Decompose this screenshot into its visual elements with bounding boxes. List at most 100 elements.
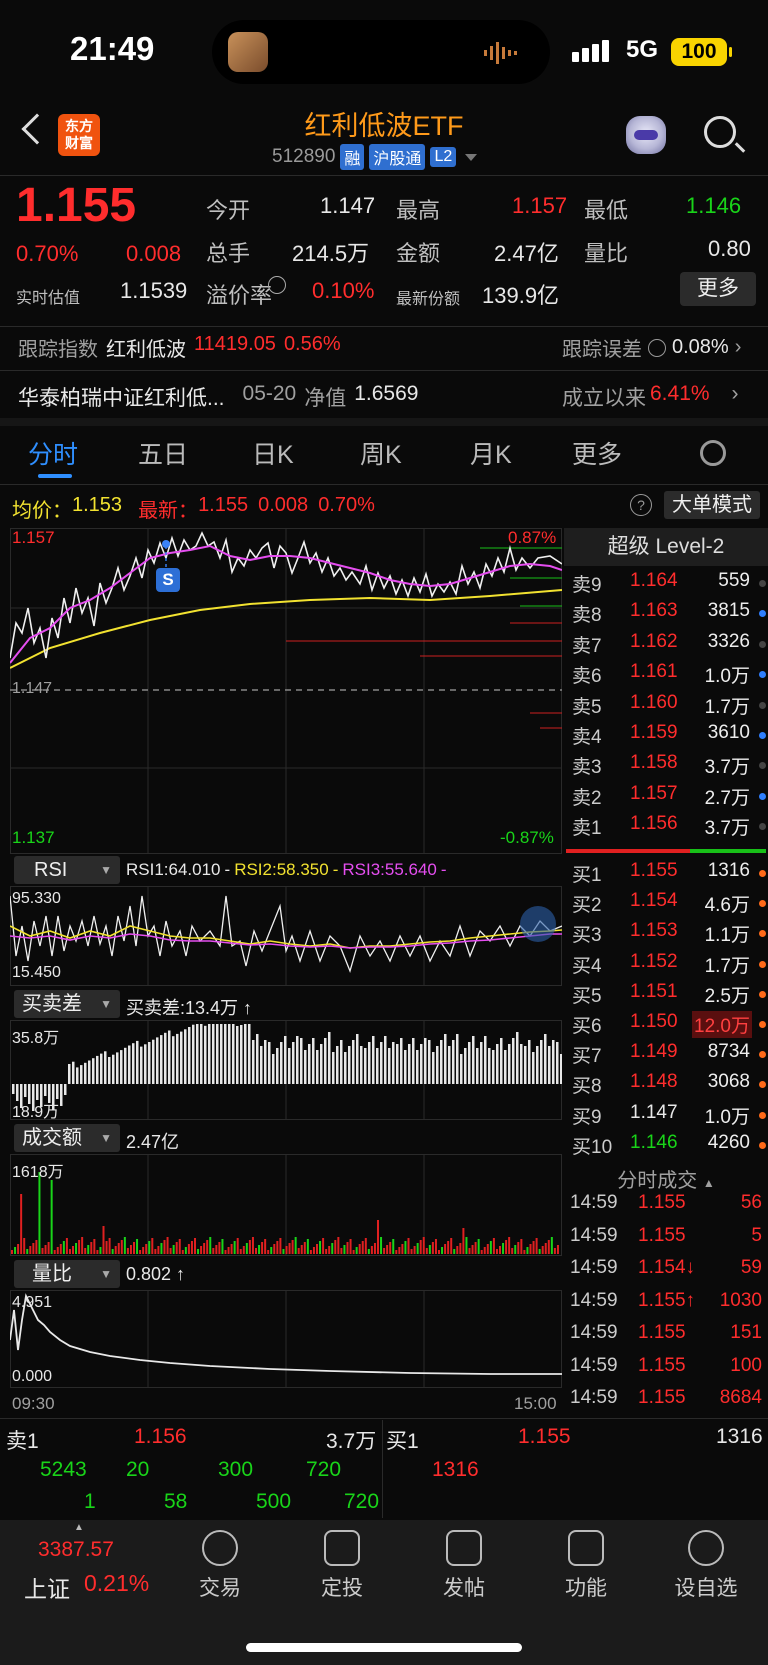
tick-time: 14:59	[570, 1354, 618, 1376]
bid-row[interactable]: 买9 1.147 1.0万	[566, 1102, 766, 1132]
tick-title[interactable]: 分时成交 ▲	[564, 1164, 768, 1193]
order-dot-icon	[759, 610, 766, 618]
ask-row[interactable]: 卖3 1.158 3.7万	[566, 752, 766, 782]
tick-volume: 1030	[719, 1289, 762, 1311]
level2-title[interactable]: 超级 Level-2	[564, 528, 768, 566]
since-row[interactable]: 成立以来 6.41% ›	[562, 382, 739, 412]
tab-weekly-k[interactable]: 周K	[360, 435, 402, 471]
tracking-index-row[interactable]: 跟踪指数 红利低波 11419.05 0.56%	[18, 333, 341, 362]
search-icon[interactable]	[704, 116, 736, 148]
tick-price: 1.155	[638, 1192, 686, 1213]
y-base: 1.147	[12, 680, 53, 697]
chart-icon	[324, 1530, 360, 1566]
share-label: 最新份额	[396, 291, 461, 308]
diff-selector[interactable]: 买卖差 ▼	[14, 990, 120, 1018]
chart-pct: 0.70%	[318, 494, 375, 516]
gear-icon[interactable]	[700, 440, 726, 466]
ask-row[interactable]: 卖2 1.157 2.7万	[566, 783, 766, 813]
bid-row[interactable]: 买2 1.154 4.6万	[566, 890, 766, 920]
level-label: 卖9	[572, 575, 602, 596]
volume-ratio-selector[interactable]: 量比 ▼	[14, 1260, 120, 1288]
rsi-chart[interactable]	[10, 886, 562, 986]
network-type: 5G	[626, 36, 659, 63]
bid-row[interactable]: 买5 1.151 2.5万	[566, 981, 766, 1011]
index-name[interactable]: 上证	[24, 1570, 70, 1604]
tab-intraday[interactable]: 分时	[28, 435, 78, 471]
intraday-chart[interactable]	[10, 528, 562, 854]
chevron-down-icon: ▼	[100, 1131, 112, 1145]
index-value[interactable]: 3387.57	[38, 1538, 114, 1562]
rsi-selector[interactable]: RSI ▼	[14, 856, 120, 884]
diff-chart[interactable]	[10, 1020, 562, 1120]
trade-marker[interactable]: S	[156, 568, 180, 592]
fullscreen-icon[interactable]	[520, 906, 556, 942]
bid-row[interactable]: 买3 1.153 1.1万	[566, 920, 766, 950]
stock-subtitle[interactable]: 512890 融 沪股通 L2	[272, 144, 478, 170]
bid-row[interactable]: 买4 1.152 1.7万	[566, 951, 766, 981]
vr-min: 0.000	[12, 1368, 53, 1385]
ask-row[interactable]: 卖4 1.159 3610	[566, 722, 766, 752]
level-label: 卖2	[572, 787, 602, 809]
ask-row[interactable]: 卖8 1.163 3815	[566, 600, 766, 630]
nav-function[interactable]: 功能	[536, 1530, 636, 1602]
chevron-down-icon	[465, 153, 478, 161]
volume-ratio-chart[interactable]	[10, 1290, 562, 1388]
info-icon[interactable]	[268, 276, 286, 294]
rsi-min: 15.450	[12, 964, 61, 981]
big-order-mode-button[interactable]: 大单模式	[664, 491, 760, 519]
nav-label: 发帖	[443, 1577, 485, 1600]
volume-value: 214.5万	[292, 241, 370, 266]
ask-row[interactable]: 卖5 1.160 1.7万	[566, 692, 766, 722]
nav-watchlist[interactable]: 设自选	[656, 1530, 756, 1602]
fund-name: 华泰柏瑞中证红利低...	[18, 387, 225, 410]
bid-row[interactable]: 买8 1.148 3068	[566, 1071, 766, 1101]
nav-post[interactable]: 发帖	[414, 1530, 514, 1602]
since-label: 成立以来	[562, 387, 646, 410]
tracking-error-row[interactable]: 跟踪误差 0.08% ›	[562, 333, 741, 362]
level-label: 卖3	[572, 757, 602, 779]
tab-monthly-k[interactable]: 月K	[470, 435, 512, 471]
queue-cell: 720	[344, 1490, 380, 1513]
nav-invest[interactable]: 定投	[292, 1530, 392, 1602]
bid-row[interactable]: 买6 1.150 12.0万	[566, 1011, 766, 1041]
rsi2-value: RSI2:58.350	[234, 860, 329, 879]
bid-row[interactable]: 买10 1.146 4260	[566, 1132, 766, 1162]
open-value: 1.147	[320, 193, 376, 218]
bid-row[interactable]: 买7 1.149 8734	[566, 1041, 766, 1071]
divider	[0, 175, 768, 176]
tab-daily-k[interactable]: 日K	[252, 435, 294, 471]
since-value: 6.41%	[650, 382, 710, 405]
index-pct[interactable]: 0.21%	[84, 1570, 149, 1597]
robot-assistant-icon[interactable]	[626, 116, 666, 154]
tab-more[interactable]: 更多	[572, 435, 622, 471]
amount-chart[interactable]	[10, 1154, 562, 1256]
level-volume: 8734	[707, 1041, 750, 1063]
ask-row[interactable]: 卖1 1.156 3.7万	[566, 813, 766, 843]
chart-change: 0.008	[258, 494, 309, 516]
level-volume: 2.5万	[704, 985, 750, 1007]
nav-label: 交易	[199, 1577, 241, 1600]
status-time: 21:49	[70, 30, 155, 67]
help-icon[interactable]: ?	[630, 494, 652, 516]
ask-row[interactable]: 卖7 1.162 3326	[566, 631, 766, 661]
level-volume: 559	[718, 570, 750, 591]
tick-row: 14:59 1.155 100	[570, 1355, 766, 1385]
ask-row[interactable]: 卖9 1.164 559	[566, 570, 766, 600]
level-label: 卖5	[572, 696, 602, 718]
est-label: 实时估值	[16, 290, 81, 307]
amount-selector[interactable]: 成交额 ▼	[14, 1124, 120, 1152]
order-dot-icon	[759, 900, 766, 908]
level-price: 1.146	[630, 1131, 678, 1153]
bid-row[interactable]: 买1 1.155 1316	[566, 860, 766, 890]
time-start: 09:30	[12, 1394, 55, 1413]
chevron-right-icon: ›	[734, 336, 742, 358]
more-button[interactable]: 更多	[680, 272, 756, 306]
fund-row[interactable]: 华泰柏瑞中证红利低... 05-20 净值 1.6569	[18, 382, 418, 412]
tick-row: 14:59 1.154↓ 59	[570, 1257, 766, 1287]
tick-volume: 151	[730, 1322, 762, 1343]
nav-trade[interactable]: 交易	[170, 1530, 270, 1602]
ask-row[interactable]: 卖6 1.161 1.0万	[566, 661, 766, 691]
level-price: 1.160	[630, 691, 678, 713]
tab-five-day[interactable]: 五日	[138, 435, 188, 471]
level-volume: 1.1万	[704, 925, 750, 947]
